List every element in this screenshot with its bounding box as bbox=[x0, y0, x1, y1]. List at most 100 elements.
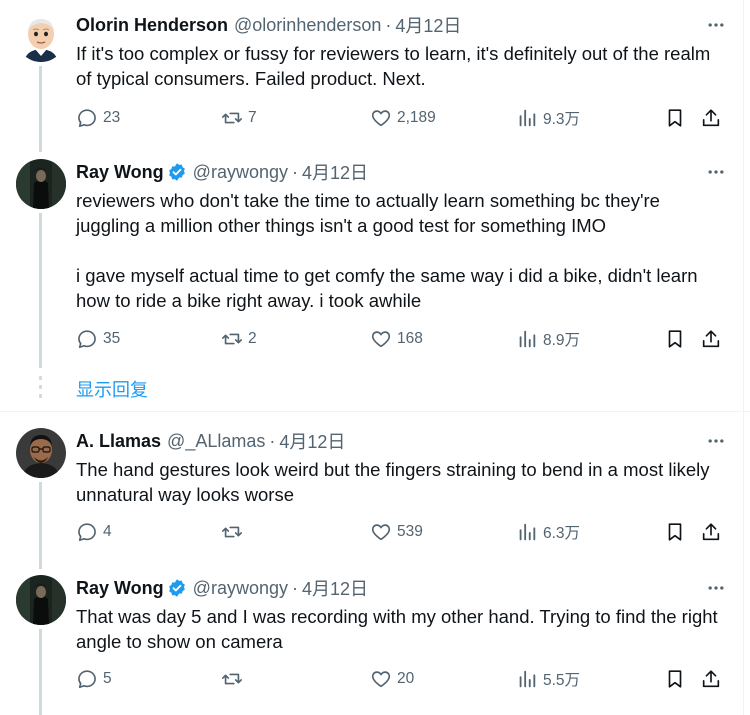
views-button[interactable]: 8.9万 bbox=[516, 328, 580, 350]
views-icon bbox=[519, 109, 536, 127]
reply-icon bbox=[78, 523, 96, 542]
like-icon bbox=[371, 524, 391, 541]
tweet-ray-wong-reply[interactable]: Ray Wong @raywongy · 4月12日 That was day … bbox=[0, 575, 750, 705]
retweet-icon bbox=[222, 112, 242, 124]
bookmark-icon bbox=[668, 330, 682, 348]
tweet-header: Ray Wong @raywongy · 4月12日 bbox=[76, 159, 368, 185]
like-icon bbox=[371, 331, 391, 348]
like-button[interactable]: 539 bbox=[370, 521, 423, 543]
like-icon bbox=[371, 110, 391, 127]
bookmark-button[interactable] bbox=[664, 328, 686, 350]
retweet-button[interactable] bbox=[221, 668, 248, 690]
tweet-text: That was day 5 and I was recording with … bbox=[76, 606, 718, 652]
tweet-a-llamas[interactable]: A. Llamas @_ALlamas · 4月12日 The hand ges… bbox=[0, 428, 750, 558]
timeline-border bbox=[743, 0, 744, 715]
author-name[interactable]: A. Llamas bbox=[76, 431, 161, 452]
share-icon bbox=[702, 330, 720, 348]
reply-count: 4 bbox=[103, 523, 112, 540]
tweet-text: reviewers who don't take the time to act… bbox=[76, 190, 698, 311]
retweet-button[interactable]: 2 bbox=[221, 328, 257, 350]
reply-button[interactable]: 5 bbox=[76, 668, 112, 690]
author-handle[interactable]: @olorinhenderson bbox=[234, 15, 381, 36]
bookmark-icon bbox=[668, 109, 682, 127]
tweet-actions: 4 539 6.3万 bbox=[76, 521, 726, 547]
reply-icon bbox=[78, 330, 96, 349]
show-replies-link[interactable]: 显示回复 bbox=[76, 376, 148, 402]
tweet-header: Olorin Henderson @olorinhenderson · 4月12… bbox=[76, 12, 461, 38]
bookmark-icon bbox=[668, 523, 682, 541]
views-icon bbox=[519, 523, 536, 541]
thread-line bbox=[39, 66, 42, 152]
more-icon[interactable] bbox=[704, 161, 728, 183]
share-button[interactable] bbox=[700, 328, 722, 350]
verified-icon bbox=[168, 163, 185, 181]
avatar[interactable] bbox=[16, 428, 66, 478]
bookmark-button[interactable] bbox=[664, 521, 686, 543]
views-count: 5.5万 bbox=[543, 672, 581, 689]
tweet-time[interactable]: 4月12日 bbox=[302, 575, 368, 601]
author-handle[interactable]: @raywongy bbox=[193, 162, 288, 183]
separator: · bbox=[269, 430, 276, 451]
views-count: 9.3万 bbox=[543, 111, 581, 128]
share-button[interactable] bbox=[700, 521, 722, 543]
views-button[interactable]: 5.5万 bbox=[516, 668, 580, 690]
more-icon[interactable] bbox=[704, 430, 728, 452]
retweet-button[interactable] bbox=[221, 521, 248, 543]
author-handle[interactable]: @_ALlamas bbox=[167, 431, 265, 452]
reply-icon bbox=[78, 109, 96, 128]
like-count: 20 bbox=[397, 670, 415, 687]
tweet-olorin-henderson[interactable]: Olorin Henderson @olorinhenderson · 4月12… bbox=[0, 12, 750, 152]
like-button[interactable]: 168 bbox=[370, 328, 423, 350]
like-button[interactable]: 2,189 bbox=[370, 107, 436, 129]
author-handle[interactable]: @raywongy bbox=[193, 578, 288, 599]
tweet-time[interactable]: 4月12日 bbox=[395, 12, 461, 38]
views-button[interactable]: 9.3万 bbox=[516, 107, 580, 129]
avatar[interactable] bbox=[16, 12, 66, 62]
author-name[interactable]: Olorin Henderson bbox=[76, 15, 228, 36]
like-count: 539 bbox=[397, 523, 423, 540]
thread-line bbox=[39, 629, 42, 715]
bookmark-button[interactable] bbox=[664, 668, 686, 690]
like-count: 168 bbox=[397, 330, 423, 347]
like-icon bbox=[371, 671, 391, 688]
bookmark-button[interactable] bbox=[664, 107, 686, 129]
thread-dashes bbox=[39, 376, 42, 403]
tweet-time[interactable]: 4月12日 bbox=[302, 159, 368, 185]
retweet-count: 7 bbox=[248, 109, 257, 126]
author-name[interactable]: Ray Wong bbox=[76, 162, 164, 183]
like-button[interactable]: 20 bbox=[370, 668, 414, 690]
views-button[interactable]: 6.3万 bbox=[516, 521, 580, 543]
share-button[interactable] bbox=[700, 668, 722, 690]
thread-line bbox=[39, 213, 42, 368]
reply-count: 5 bbox=[103, 670, 112, 687]
tweet-time[interactable]: 4月12日 bbox=[279, 428, 345, 454]
reply-button[interactable]: 35 bbox=[76, 328, 120, 350]
tweet-actions: 23 7 2,189 9.3万 bbox=[76, 107, 726, 133]
share-icon bbox=[702, 523, 720, 541]
bookmark-icon bbox=[668, 670, 682, 688]
retweet-icon bbox=[222, 333, 242, 345]
avatar[interactable] bbox=[16, 159, 66, 209]
separator: · bbox=[291, 577, 298, 598]
tweet-text: If it's too complex or fussy for reviewe… bbox=[76, 43, 711, 89]
more-icon[interactable] bbox=[704, 14, 728, 36]
retweet-button[interactable]: 7 bbox=[221, 107, 257, 129]
retweet-icon bbox=[222, 526, 242, 538]
reply-button[interactable]: 23 bbox=[76, 107, 120, 129]
author-name[interactable]: Ray Wong bbox=[76, 578, 164, 599]
share-button[interactable] bbox=[700, 107, 722, 129]
more-icon[interactable] bbox=[704, 577, 728, 599]
tweet-header: A. Llamas @_ALlamas · 4月12日 bbox=[76, 428, 345, 454]
avatar[interactable] bbox=[16, 575, 66, 625]
views-icon bbox=[519, 670, 536, 688]
like-count: 2,189 bbox=[397, 109, 436, 126]
reply-icon bbox=[78, 670, 96, 689]
views-icon bbox=[519, 330, 536, 348]
share-icon bbox=[702, 670, 720, 688]
retweet-icon bbox=[222, 673, 242, 685]
reply-count: 23 bbox=[103, 109, 121, 126]
tweet-header: Ray Wong @raywongy · 4月12日 bbox=[76, 575, 368, 601]
reply-button[interactable]: 4 bbox=[76, 521, 112, 543]
tweet-ray-wong[interactable]: Ray Wong @raywongy · 4月12日 reviewers who… bbox=[0, 159, 750, 359]
tweet-actions: 35 2 168 8.9万 bbox=[76, 328, 726, 354]
